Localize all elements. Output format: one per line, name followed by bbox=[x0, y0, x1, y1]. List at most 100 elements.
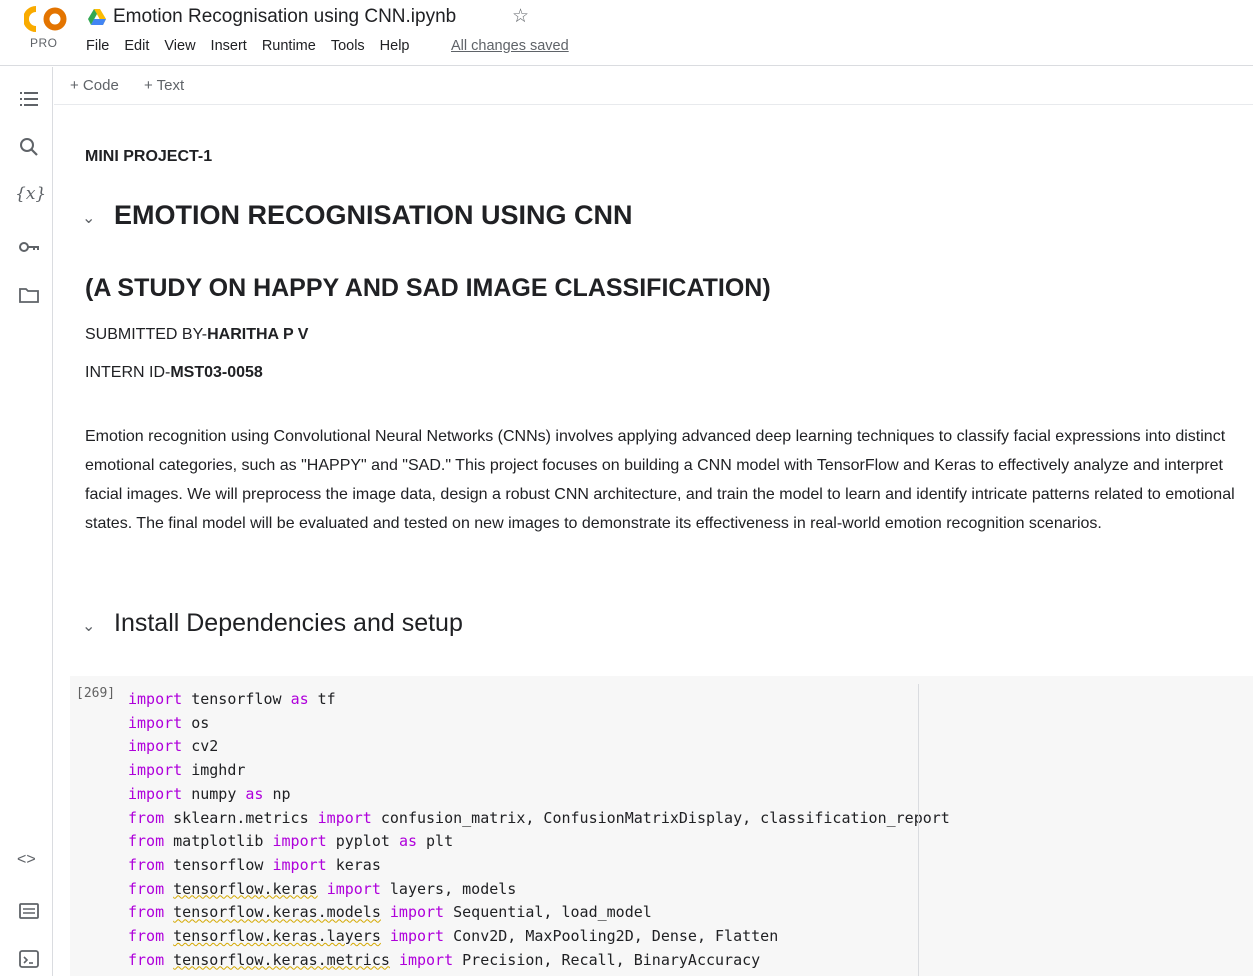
code-token: Precision, Recall, BinaryAccuracy bbox=[453, 950, 761, 969]
code-line: from sklearn.metrics import confusion_ma… bbox=[128, 807, 950, 831]
code-token: tf bbox=[308, 690, 336, 708]
code-keyword: import bbox=[317, 808, 372, 827]
search-icon[interactable] bbox=[17, 135, 41, 159]
code-keyword: import bbox=[326, 879, 381, 898]
main-heading: EMOTION RECOGNISATION USING CNN bbox=[114, 200, 633, 230]
code-token: sklearn.metrics bbox=[164, 808, 318, 827]
terminal-icon[interactable] bbox=[17, 947, 41, 971]
code-token: Conv2D, MaxPooling2D, Dense, Flatten bbox=[444, 927, 779, 946]
code-token: plt bbox=[417, 832, 454, 851]
table-of-contents-icon[interactable] bbox=[17, 87, 41, 111]
code-line: from tensorflow.keras import layers, mod… bbox=[128, 878, 950, 902]
code-keyword: from bbox=[128, 855, 165, 874]
secrets-key-icon[interactable] bbox=[17, 235, 41, 259]
mini-project-label: MINI PROJECT-1 bbox=[85, 148, 213, 165]
add-code-button[interactable]: + Code bbox=[70, 77, 119, 94]
left-sidebar: {x} <> bbox=[0, 67, 53, 976]
intern-id-value: MST03-0058 bbox=[170, 364, 263, 381]
project-description: Emotion recognition using Convolutional … bbox=[85, 428, 1235, 532]
code-token: tensorflow bbox=[164, 855, 273, 874]
code-token: confusion_matrix, ConfusionMatrixDisplay… bbox=[371, 808, 950, 827]
code-token: imghdr bbox=[182, 761, 246, 780]
code-keyword: from bbox=[128, 903, 165, 922]
code-keyword: from bbox=[128, 879, 165, 898]
code-keyword: import bbox=[398, 950, 454, 969]
code-token: tensorflow.keras.layers bbox=[173, 927, 381, 946]
section-heading: Install Dependencies and setup bbox=[114, 609, 463, 637]
code-keyword: import bbox=[272, 832, 327, 851]
code-keyword: import bbox=[128, 784, 183, 803]
add-text-button[interactable]: + Text bbox=[144, 77, 184, 94]
intern-prefix: INTERN ID- bbox=[85, 364, 171, 381]
code-token: tensorflow bbox=[182, 690, 291, 708]
code-line: import imghdr bbox=[128, 759, 950, 783]
colab-logo[interactable] bbox=[24, 6, 68, 32]
collapse-chevron-icon[interactable]: ⌄ bbox=[82, 616, 95, 636]
code-line: from tensorflow.keras.metrics import Pre… bbox=[128, 949, 950, 973]
menu-file[interactable]: File bbox=[86, 38, 109, 54]
star-icon[interactable]: ☆ bbox=[512, 5, 529, 28]
code-keyword: import bbox=[128, 690, 183, 708]
code-keyword: from bbox=[128, 808, 165, 827]
code-line: from matplotlib import pyplot as plt bbox=[128, 830, 950, 854]
top-header: PRO Emotion Recognisation using CNN.ipyn… bbox=[0, 0, 1253, 66]
code-line: from tensorflow.keras.models import Sequ… bbox=[128, 901, 950, 925]
code-token: Sequential, load_model bbox=[444, 903, 652, 922]
code-keyword: import bbox=[272, 855, 327, 874]
code-token: layers, models bbox=[380, 879, 517, 898]
code-editor[interactable]: import tensorflow as tf import os import c… bbox=[128, 688, 950, 972]
code-token: tensorflow.keras.metrics bbox=[173, 950, 390, 969]
notebook-title[interactable]: Emotion Recognisation using CNN.ipynb bbox=[113, 6, 456, 28]
files-folder-icon[interactable] bbox=[17, 283, 41, 307]
code-token: tensorflow.keras.models bbox=[173, 903, 381, 922]
menu-edit[interactable]: Edit bbox=[124, 38, 149, 54]
collapse-chevron-icon[interactable]: ⌄ bbox=[82, 208, 95, 228]
menu-insert[interactable]: Insert bbox=[211, 38, 247, 54]
submitted-name: HARITHA P V bbox=[207, 326, 309, 343]
code-keyword: from bbox=[128, 927, 165, 946]
code-keyword: as bbox=[290, 690, 309, 708]
code-keyword: import bbox=[128, 737, 183, 756]
sub-heading: (A STUDY ON HAPPY AND SAD IMAGE CLASSIFI… bbox=[85, 274, 771, 302]
save-status-link[interactable]: All changes saved bbox=[451, 38, 569, 54]
ruler-line bbox=[918, 684, 919, 976]
menu-view[interactable]: View bbox=[164, 38, 195, 54]
code-keyword: from bbox=[128, 950, 165, 969]
code-token: matplotlib bbox=[164, 832, 273, 851]
submitted-by: SUBMITTED BY-HARITHA P V bbox=[85, 326, 308, 344]
code-line: import tensorflow as tf bbox=[128, 688, 950, 712]
code-token: pyplot bbox=[326, 832, 399, 851]
google-drive-icon bbox=[88, 9, 106, 25]
code-line: from tensorflow.keras.layers import Conv… bbox=[128, 925, 950, 949]
execution-count: [269] bbox=[76, 686, 116, 701]
menu-tools[interactable]: Tools bbox=[331, 38, 365, 54]
code-keyword: as bbox=[398, 832, 417, 851]
code-token: tensorflow.keras bbox=[173, 879, 318, 898]
code-cell[interactable]: [269] import tensorflow as tf import os im… bbox=[70, 676, 1253, 976]
code-keyword: import bbox=[389, 927, 445, 946]
code-line: import cv2 bbox=[128, 735, 950, 759]
code-token: keras bbox=[326, 855, 381, 874]
code-keyword: from bbox=[128, 832, 165, 851]
code-keyword: import bbox=[128, 713, 183, 732]
code-keyword: import bbox=[128, 761, 183, 780]
menu-help[interactable]: Help bbox=[380, 38, 410, 54]
command-palette-icon[interactable] bbox=[17, 899, 41, 923]
variables-icon[interactable]: {x} bbox=[15, 184, 46, 208]
plan-badge: PRO bbox=[30, 36, 58, 50]
code-token: numpy bbox=[182, 784, 246, 803]
code-keyword: import bbox=[389, 903, 445, 922]
code-snippets-icon[interactable]: <> bbox=[17, 851, 41, 875]
submitted-prefix: SUBMITTED BY- bbox=[85, 326, 208, 343]
menu-runtime[interactable]: Runtime bbox=[262, 38, 316, 54]
code-line: import numpy as np bbox=[128, 783, 950, 807]
code-line: from tensorflow import keras bbox=[128, 854, 950, 878]
